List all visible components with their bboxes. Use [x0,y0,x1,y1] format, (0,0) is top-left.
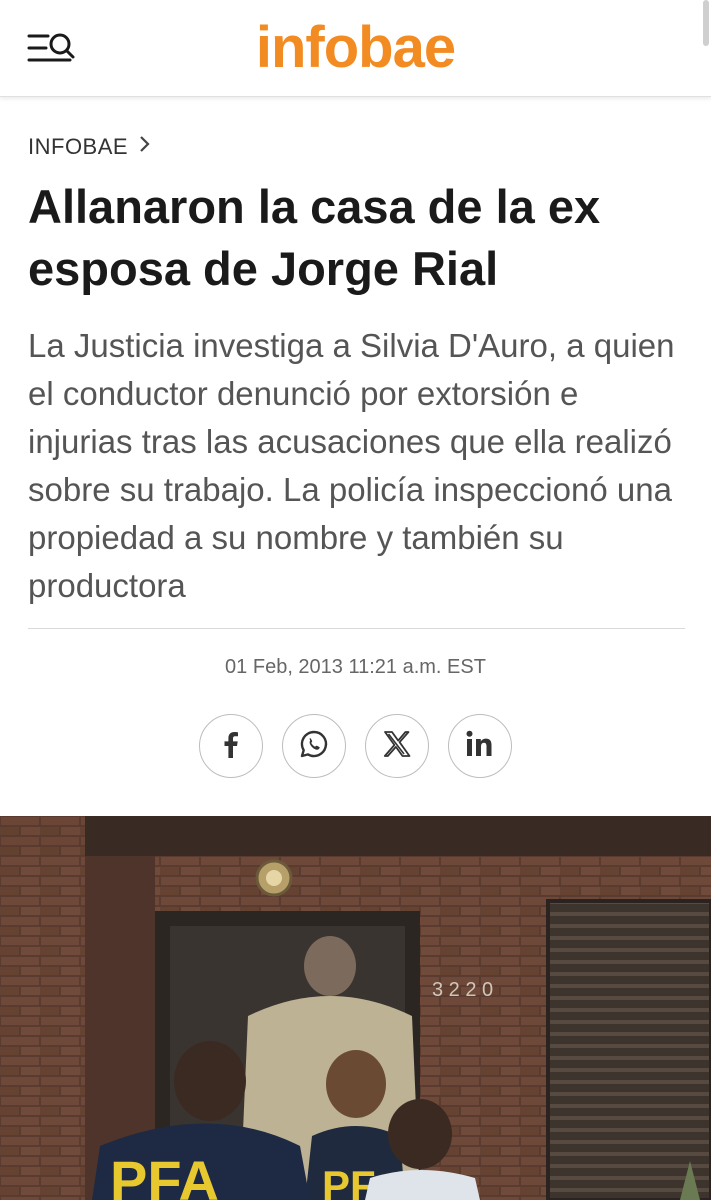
article-subtitle: La Justicia investiga a Silvia D'Auro, a… [28,327,675,604]
whatsapp-icon [298,728,330,765]
share-x-button[interactable] [365,714,429,778]
facebook-icon [218,729,244,764]
publish-date: 01 Feb, 2013 11:21 a.m. EST [225,656,486,678]
pfa-jacket-text: PFA [110,1149,219,1200]
share-facebook-button[interactable] [199,714,263,778]
top-header: infobae [0,0,711,97]
linkedin-icon [465,730,495,763]
breadcrumb[interactable]: INFOBAE [28,134,152,160]
breadcrumb-label: INFOBAE [28,134,129,159]
article-photo[interactable]: 3 2 2 0 PF PFA [0,816,711,1200]
article-title: Allanaron la casa de la ex esposa de Jor… [28,180,601,295]
x-icon [383,730,411,762]
site-logo[interactable]: infobae [0,14,711,82]
share-bar [199,714,512,778]
scrollbar[interactable] [703,0,709,46]
share-whatsapp-button[interactable] [282,714,346,778]
police-raid-photo: 3 2 2 0 PF PFA [0,816,711,1200]
divider [28,628,685,629]
share-linkedin-button[interactable] [448,714,512,778]
house-number: 3 2 2 0 [432,979,493,1001]
chevron-right-icon [138,134,152,160]
